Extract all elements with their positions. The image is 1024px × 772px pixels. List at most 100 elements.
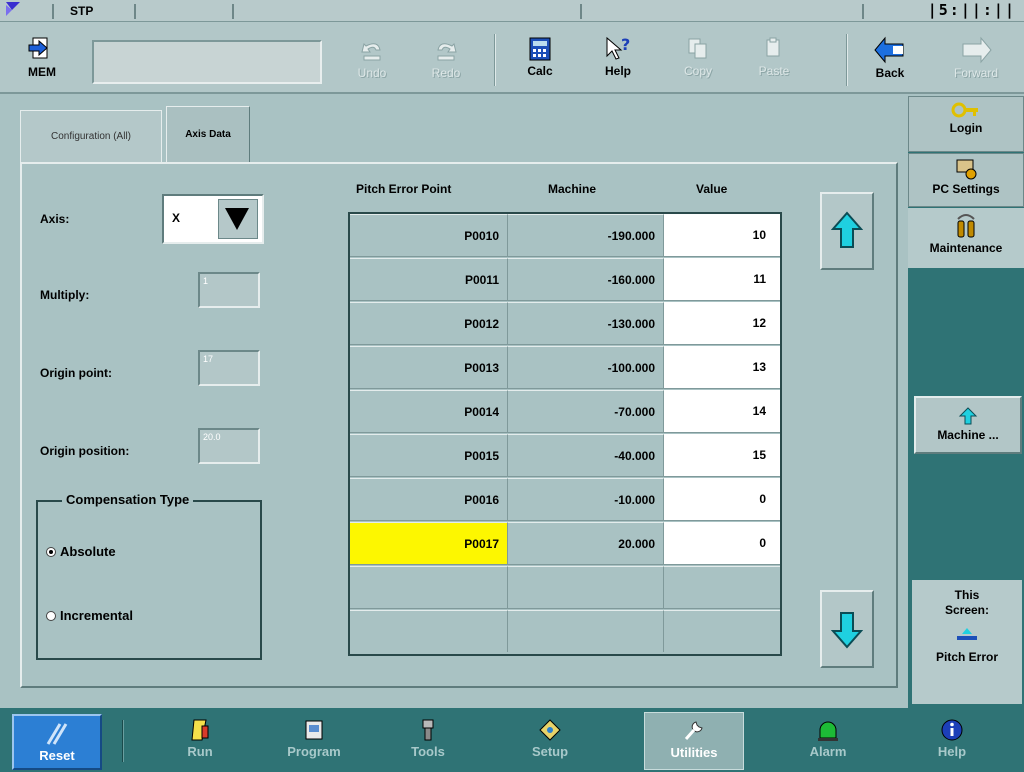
forward-arrow-icon xyxy=(962,36,992,64)
point-cell[interactable]: P0011 xyxy=(350,258,508,300)
alarm-icon xyxy=(818,721,838,741)
value-cell xyxy=(664,566,780,608)
table-row-empty xyxy=(350,610,780,653)
clock-display: |5:||:|| xyxy=(927,1,1016,19)
nav-utilities[interactable]: Utilities xyxy=(644,712,744,770)
nav-tools[interactable]: Tools xyxy=(378,712,478,770)
machine-cell xyxy=(508,610,664,652)
absolute-radio[interactable]: Absolute xyxy=(46,544,116,559)
arrow-up-icon xyxy=(831,211,863,248)
tab-configuration-all[interactable]: Configuration (All) xyxy=(20,110,162,162)
point-cell[interactable]: P0010 xyxy=(350,214,508,256)
nav-program[interactable]: Program xyxy=(264,712,364,770)
table-row[interactable]: P0016 -10.000 0 xyxy=(350,478,780,521)
column-header-value: Value xyxy=(696,182,728,196)
incremental-radio[interactable]: Incremental xyxy=(46,608,133,623)
back-arrow-icon xyxy=(874,36,904,64)
logo-icon xyxy=(6,2,20,16)
run-icon xyxy=(191,719,209,741)
mdi-input[interactable] xyxy=(92,40,322,84)
table-row-empty xyxy=(350,566,780,609)
login-button[interactable]: Login xyxy=(908,96,1024,152)
value-cell[interactable]: 12 xyxy=(664,302,780,344)
point-cell-selected[interactable]: P0017 xyxy=(350,522,508,564)
nav-run[interactable]: Run xyxy=(150,712,250,770)
table-row[interactable]: P0013 -100.000 13 xyxy=(350,346,780,389)
paste-button[interactable]: Paste xyxy=(746,30,802,90)
this-screen-name: Pitch Error xyxy=(935,650,998,664)
table-row[interactable]: P0015 -40.000 15 xyxy=(350,434,780,477)
status-divider xyxy=(134,4,136,19)
pc-settings-button[interactable]: PC Settings xyxy=(908,153,1024,207)
nav-help[interactable]: Help xyxy=(902,712,1002,770)
help-button[interactable]: ? Help xyxy=(590,30,646,90)
copy-icon xyxy=(688,38,707,59)
point-cell[interactable]: P0013 xyxy=(350,346,508,388)
help-label: Help xyxy=(604,64,631,78)
machine-cell: -70.000 xyxy=(508,390,664,432)
arrow-down-icon xyxy=(831,612,863,649)
program-icon xyxy=(305,720,323,740)
toolbar-divider xyxy=(494,34,496,86)
paste-icon xyxy=(766,37,780,57)
table-row[interactable]: P0014 -70.000 14 xyxy=(350,390,780,433)
machine-cell: -40.000 xyxy=(508,434,664,476)
calc-button[interactable]: Calc xyxy=(512,30,568,90)
incremental-label: Incremental xyxy=(60,608,133,623)
point-cell[interactable]: P0016 xyxy=(350,478,508,520)
value-cell[interactable]: 0 xyxy=(664,522,780,564)
scroll-down-button[interactable] xyxy=(820,590,874,668)
undo-icon xyxy=(361,43,381,61)
reset-button[interactable]: Reset xyxy=(12,714,102,770)
bottom-divider xyxy=(122,720,124,762)
table-row[interactable]: P0010 -190.000 10 xyxy=(350,214,780,257)
back-label: Back xyxy=(875,66,905,80)
radio-unselected-icon xyxy=(46,610,56,621)
point-cell xyxy=(350,610,508,652)
nav-setup-label: Setup xyxy=(531,744,569,759)
calc-label: Calc xyxy=(527,64,553,78)
maintenance-icon xyxy=(957,214,975,238)
dropdown-arrow-button[interactable] xyxy=(218,199,258,239)
right-panel: Login PC Settings Maintenance Machine ..… xyxy=(908,96,1024,708)
nav-utilities-label: Utilities xyxy=(670,745,718,760)
machine-button[interactable]: Machine ... xyxy=(914,396,1022,454)
point-cell[interactable]: P0014 xyxy=(350,390,508,432)
table-row[interactable]: P0011 -160.000 11 xyxy=(350,258,780,301)
mem-button[interactable]: MEM xyxy=(16,34,68,90)
key-icon xyxy=(951,102,978,118)
table-row-selected[interactable]: P0017 20.000 0 xyxy=(350,522,780,565)
table-row[interactable]: P0012 -130.000 12 xyxy=(350,302,780,345)
value-cell[interactable]: 11 xyxy=(664,258,780,300)
axis-dropdown[interactable]: X xyxy=(162,194,264,244)
status-divider xyxy=(862,4,864,19)
help-icon xyxy=(941,719,963,741)
undo-label: Undo xyxy=(357,66,387,80)
nav-setup[interactable]: Setup xyxy=(500,712,600,770)
back-button[interactable]: Back xyxy=(862,30,918,90)
scroll-up-button[interactable] xyxy=(820,192,874,270)
undo-button[interactable]: Undo xyxy=(344,30,400,90)
redo-button[interactable]: Redo xyxy=(418,30,474,90)
point-cell[interactable]: P0012 xyxy=(350,302,508,344)
value-cell[interactable]: 13 xyxy=(664,346,780,388)
nav-alarm[interactable]: Alarm xyxy=(778,712,878,770)
tab-axis-data[interactable]: Axis Data xyxy=(166,106,250,164)
help-pointer-icon: ? xyxy=(606,36,630,60)
value-cell[interactable]: 15 xyxy=(664,434,780,476)
column-header-machine: Machine xyxy=(548,182,597,196)
point-cell[interactable]: P0015 xyxy=(350,434,508,476)
value-cell[interactable]: 10 xyxy=(664,214,780,256)
reset-icon xyxy=(46,723,68,745)
machine-cell: -190.000 xyxy=(508,214,664,256)
maintenance-button[interactable]: Maintenance xyxy=(908,208,1024,268)
this-screen-indicator: This Screen: Pitch Error xyxy=(912,580,1022,704)
bottom-navigation-bar: Reset Run Program Tools Setup Utilities … xyxy=(0,708,1024,772)
forward-button[interactable]: Forward xyxy=(948,30,1004,90)
maintenance-label: Maintenance xyxy=(929,241,1003,255)
absolute-label: Absolute xyxy=(60,544,116,559)
value-cell[interactable]: 0 xyxy=(664,478,780,520)
copy-button[interactable]: Copy xyxy=(670,30,726,90)
radio-selected-icon xyxy=(46,546,56,557)
value-cell[interactable]: 14 xyxy=(664,390,780,432)
